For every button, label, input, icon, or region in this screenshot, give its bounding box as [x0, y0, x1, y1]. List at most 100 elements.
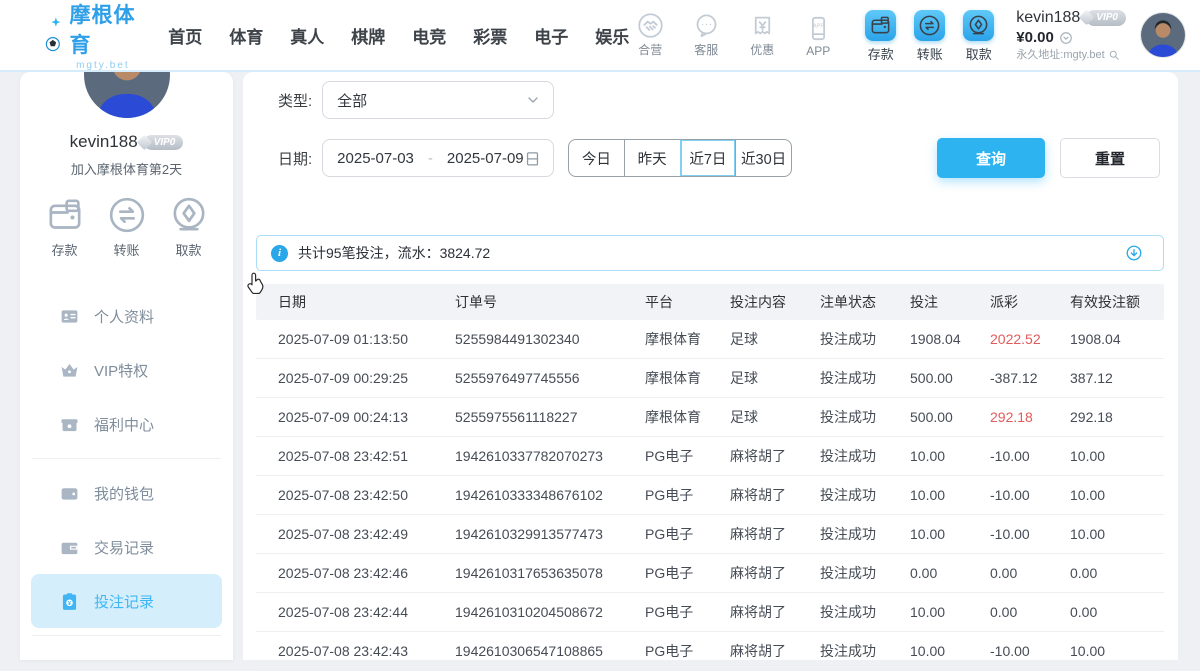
cell-status: 投注成功: [820, 563, 910, 583]
sidebar-avatar[interactable]: [82, 72, 172, 120]
welfare-icon: [59, 414, 80, 435]
cell-payout: -10.00: [990, 448, 1070, 464]
header-wallet-action[interactable]: 转账: [914, 7, 945, 63]
date-range-picker[interactable]: 2025-07-03 - 2025-07-09: [322, 139, 554, 177]
cell-bet-content: 麻将胡了: [730, 446, 820, 466]
nav-item-棋牌[interactable]: 棋牌: [351, 23, 385, 48]
date-separator: -: [428, 150, 433, 167]
cell-date: 2025-07-08 23:42:50: [278, 487, 455, 503]
logo-mark-icon: [24, 9, 63, 61]
nav-item-真人[interactable]: 真人: [290, 23, 324, 48]
menu-divider: [32, 458, 221, 459]
cell-order-number: 1942610306547108865: [455, 643, 645, 659]
sidebar-quick-action[interactable]: 转账: [107, 195, 147, 259]
cell-order-number: 1942610337782070273: [455, 448, 645, 464]
expand-icon[interactable]: [1125, 244, 1143, 262]
sidebar-item-个人资料[interactable]: 个人资料: [31, 289, 222, 343]
cell-valid-amount: 10.00: [1070, 487, 1142, 503]
header-quick-link[interactable]: 客服: [685, 12, 727, 58]
menu-item-label: 个人资料: [94, 306, 154, 327]
cell-order-number: 1942610310204508672: [455, 604, 645, 620]
cell-bet-content: 麻将胡了: [730, 563, 820, 583]
cell-bet-content: 麻将胡了: [730, 602, 820, 622]
site-logo[interactable]: 摩根体育 mgty.bet: [24, 0, 136, 71]
search-icon[interactable]: [1108, 49, 1120, 61]
quick-link-label: APP: [806, 44, 830, 58]
table-row: 2025-07-08 23:42:51 1942610337782070273 …: [256, 437, 1164, 476]
sidebar-username: kevin188: [70, 132, 138, 152]
header-wallet-action[interactable]: 存款: [865, 7, 896, 63]
nav-item-label: 真人: [290, 28, 324, 47]
sidebar-item-兑奖记录[interactable]: 兑奖记录: [31, 643, 222, 660]
sidebar-quick-action[interactable]: 取款: [169, 195, 209, 259]
logo-title: 摩根体育: [69, 0, 136, 59]
date-label: 日期:: [278, 148, 312, 169]
cell-bet-content: 麻将胡了: [730, 485, 820, 505]
cell-valid-amount: 387.12: [1070, 370, 1142, 386]
wallet-action-label: 转账: [917, 44, 943, 63]
user-menu[interactable]: kevin188 VIP0 ¥0.00 永久地址:mgty.bet: [1016, 8, 1126, 63]
nav-item-彩票[interactable]: 彩票: [473, 23, 507, 48]
nav-item-首页[interactable]: 首页: [168, 23, 202, 48]
header-quick-link[interactable]: APP: [797, 15, 839, 58]
table-header-row: 日期订单号平台投注内容注单状态投注派彩有效投注额: [256, 284, 1164, 320]
sidebar-item-交易记录[interactable]: 交易记录: [31, 520, 222, 574]
sidebar-item-投注记录[interactable]: 投注记录: [31, 574, 222, 628]
nav-item-电子[interactable]: 电子: [534, 23, 568, 48]
cell-status: 投注成功: [820, 329, 910, 349]
refresh-balance-icon[interactable]: [1059, 31, 1073, 45]
logo-subtitle: mgty.bet: [76, 60, 130, 71]
cell-date: 2025-07-09 01:13:50: [278, 331, 455, 347]
sidebar-quick-action[interactable]: 存款: [45, 195, 85, 259]
cell-date: 2025-07-08 23:42:44: [278, 604, 455, 620]
header-wallet-action[interactable]: 取款: [963, 7, 994, 63]
cell-payout: 0.00: [990, 604, 1070, 620]
cell-bet-amount: 10.00: [910, 487, 990, 503]
query-button[interactable]: 查询: [937, 138, 1045, 178]
range-button-昨天[interactable]: 昨天: [624, 140, 680, 176]
header-avatar[interactable]: [1140, 12, 1186, 58]
sidebar-quick-actions: 存款 转账 取款: [20, 195, 233, 259]
range-button-近30日[interactable]: 近30日: [735, 140, 791, 176]
cell-date: 2025-07-08 23:42:49: [278, 526, 455, 542]
sidebar-item-福利中心[interactable]: 福利中心: [31, 397, 222, 451]
table-row: 2025-07-08 23:42:44 1942610310204508672 …: [256, 593, 1164, 632]
table-header-cell: 派彩: [990, 292, 1070, 312]
reset-button[interactable]: 重置: [1060, 138, 1160, 178]
sidebar-item-我的钱包[interactable]: 我的钱包: [31, 466, 222, 520]
cell-bet-amount: 10.00: [910, 604, 990, 620]
balance-amount: ¥0.00: [1016, 29, 1054, 48]
nav-item-体育[interactable]: 体育: [229, 23, 263, 48]
nav-item-label: 体育: [229, 28, 263, 47]
deposit-icon: [45, 195, 85, 235]
calendar-icon: [524, 150, 541, 167]
cell-platform: 摩根体育: [645, 407, 730, 427]
nav-item-label: 彩票: [473, 28, 507, 47]
type-select[interactable]: 全部: [322, 81, 554, 119]
cell-status: 投注成功: [820, 641, 910, 661]
trade-icon: [59, 537, 80, 558]
type-label: 类型:: [278, 90, 312, 111]
range-button-近7日[interactable]: 近7日: [680, 140, 736, 176]
cell-payout: 292.18: [990, 409, 1070, 425]
cell-valid-amount: 0.00: [1070, 604, 1142, 620]
header-quick-link[interactable]: 优惠: [741, 12, 783, 58]
summary-text: 共计95笔投注，流水：3824.72: [298, 243, 490, 263]
withdraw-icon: [963, 10, 994, 41]
table-row: 2025-07-08 23:42:43 1942610306547108865 …: [256, 632, 1164, 671]
cell-bet-amount: 10.00: [910, 526, 990, 542]
nav-item-电竞[interactable]: 电竞: [412, 23, 446, 48]
range-button-今日[interactable]: 今日: [569, 140, 624, 176]
promo-icon: [749, 12, 776, 39]
table-header-cell: 日期: [278, 292, 455, 312]
date-range-label: 近7日: [689, 148, 726, 169]
nav-item-娱乐[interactable]: 娱乐: [595, 23, 629, 48]
avatar-image: [1141, 13, 1185, 57]
sidebar-item-VIP特权[interactable]: VIP特权: [31, 343, 222, 397]
chevron-down-icon: [525, 92, 541, 108]
app-icon: [805, 15, 832, 42]
table-row: 2025-07-08 23:42:49 1942610329913577473 …: [256, 515, 1164, 554]
cell-status: 投注成功: [820, 524, 910, 544]
header-quick-link[interactable]: 合营: [629, 12, 671, 58]
cell-status: 投注成功: [820, 446, 910, 466]
